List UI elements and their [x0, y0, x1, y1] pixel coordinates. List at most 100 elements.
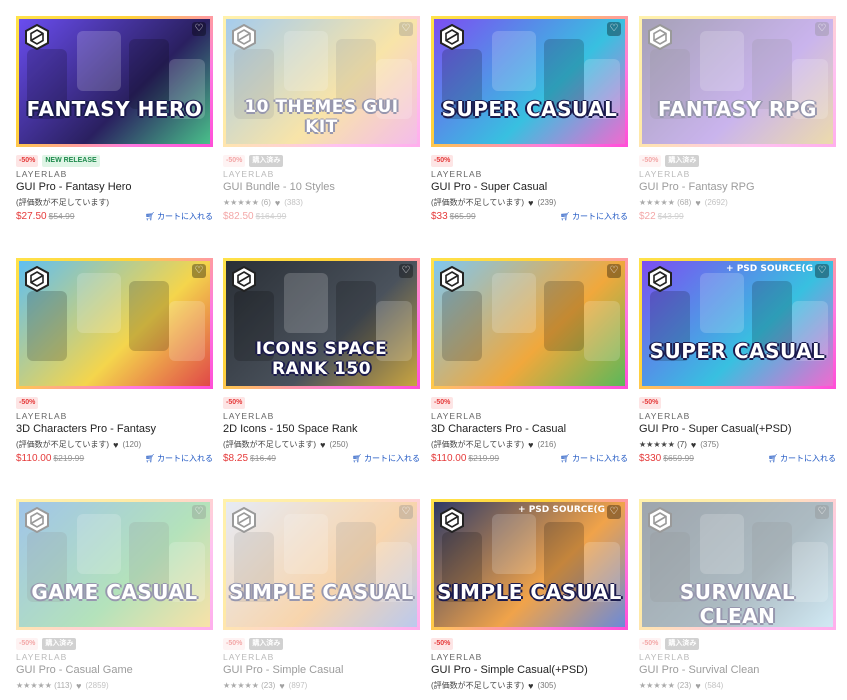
rating-stars: ★★★★★ (23)	[223, 681, 276, 690]
favorites-count: (383)	[284, 198, 303, 207]
add-to-cart-button[interactable]: 🛒︎ カートに入れる	[560, 453, 628, 464]
favorite-heart-icon[interactable]: ♡	[399, 264, 413, 278]
artwork-panel	[492, 273, 536, 333]
status-badge: NEW RELEASE	[42, 155, 100, 167]
favorite-heart-icon[interactable]: ♡	[192, 264, 206, 278]
rating-row: (評価数が不足しています)	[16, 196, 213, 209]
publisher-name[interactable]: LAYERLAB	[431, 169, 628, 180]
rating-row: (評価数が不足しています) ♥ (250)	[223, 438, 420, 451]
favorite-heart-icon[interactable]: ♡	[192, 22, 206, 36]
cart-icon: 🛒︎	[144, 211, 155, 221]
rating-stars: ★★★★★ (23)	[639, 681, 692, 690]
product-title[interactable]: GUI Pro - Survival Clean	[639, 664, 836, 679]
publisher-name[interactable]: LAYERLAB	[431, 411, 628, 422]
product-title[interactable]: GUI Bundle - 10 Styles	[223, 181, 420, 196]
layerlab-logo-icon	[231, 506, 257, 534]
add-to-cart-button[interactable]: 🛒︎ カートに入れる	[352, 453, 420, 464]
add-to-cart-label: カートに入れる	[572, 453, 628, 463]
favorites-count: (584)	[704, 681, 724, 690]
artwork-panel	[27, 291, 67, 361]
product-thumbnail[interactable]: FANTASY RPG ♡	[639, 16, 836, 147]
product-card[interactable]: GAME CASUAL ♡ -50% 購入済み LAYERLAB GUI Pro - Ca…	[16, 499, 213, 692]
product-thumbnail[interactable]: SUPER CASUAL ♡	[431, 16, 628, 147]
layerlab-logo-icon	[231, 265, 257, 293]
publisher-name[interactable]: LAYERLAB	[639, 411, 836, 422]
product-thumbnail[interactable]: 10 THEMES GUI KIT ♡	[223, 16, 420, 147]
sale-price: $33	[431, 210, 448, 222]
status-badge: -50%	[431, 155, 454, 167]
product-thumbnail[interactable]: ♡	[431, 258, 628, 389]
publisher-name[interactable]: LAYERLAB	[431, 652, 628, 663]
publisher-name[interactable]: LAYERLAB	[16, 411, 213, 422]
price-group: $110.00 $219.99	[431, 453, 499, 464]
product-thumbnail[interactable]: GAME CASUAL ♡	[16, 499, 213, 630]
add-to-cart-button[interactable]: 🛒︎ カートに入れる	[145, 453, 213, 464]
original-price: $43.99	[657, 210, 684, 221]
add-to-cart-label: カートに入れる	[157, 211, 213, 221]
product-card[interactable]: SIMPLE CASUAL + PSD SOURCE(G ♡ -50% LAYERLAB…	[431, 499, 628, 692]
product-card[interactable]: FANTASY RPG ♡ -50% 購入済み LAYERLAB GUI Pro - Fa…	[639, 16, 836, 223]
product-title[interactable]: 2D Icons - 150 Space Rank	[223, 423, 420, 438]
product-title[interactable]: 3D Characters Pro - Fantasy	[16, 423, 213, 438]
publisher-name[interactable]: LAYERLAB	[223, 169, 420, 180]
product-thumbnail[interactable]: SURVIVAL CLEAN ♡	[639, 499, 836, 630]
rating-row: ★★★★★ (6) ♥ (383)	[223, 196, 420, 209]
status-badge: 購入済み	[249, 638, 284, 650]
artwork-panel	[700, 514, 744, 574]
cart-icon: 🛒︎	[767, 453, 778, 463]
artwork-title: SURVIVAL CLEAN	[679, 580, 796, 628]
product-card[interactable]: SUPER CASUAL + PSD SOURCE(G ♡ -50% LAYERLAB G…	[639, 258, 836, 465]
product-thumbnail[interactable]: SIMPLE CASUAL ♡	[223, 499, 420, 630]
product-thumbnail[interactable]: ♡	[16, 258, 213, 389]
product-card[interactable]: SUPER CASUAL ♡ -50% LAYERLAB GUI Pro - Super…	[431, 16, 628, 223]
price-row: $33 $65.99 🛒︎ カートに入れる	[431, 209, 628, 223]
cart-icon: 🛒︎	[559, 211, 570, 221]
product-card[interactable]: ♡ -50% LAYERLAB 3D Characters Pro - Fantasy…	[16, 258, 213, 465]
add-to-cart-button[interactable]: 🛒︎ カートに入れる	[768, 453, 836, 464]
rating-stars: (評価数が不足しています)	[431, 681, 525, 690]
publisher-name[interactable]: LAYERLAB	[639, 169, 836, 180]
product-card[interactable]: 10 THEMES GUI KIT ♡ -50% 購入済み LAYERLAB GUI Bu…	[223, 16, 420, 223]
product-title[interactable]: GUI Pro - Fantasy RPG	[639, 181, 836, 196]
product-title[interactable]: GUI Pro - Simple Casual(+PSD)	[431, 664, 628, 679]
product-title[interactable]: GUI Pro - Casual Game	[16, 664, 213, 679]
artwork-title: 10 THEMES GUI KIT	[244, 97, 399, 137]
product-title[interactable]: GUI Pro - Simple Casual	[223, 664, 420, 679]
add-to-cart-button[interactable]: 🛒︎ カートに入れる	[560, 211, 628, 222]
product-thumbnail[interactable]: FANTASY HERO ♡	[16, 16, 213, 147]
favorite-heart-icon[interactable]: ♡	[192, 505, 206, 519]
favorite-heart-icon[interactable]: ♡	[607, 264, 621, 278]
favorites-heart-icon: ♥	[279, 680, 285, 691]
product-card[interactable]: SURVIVAL CLEAN ♡ -50% 購入済み LAYERLAB GUI Pro -…	[639, 499, 836, 692]
product-title[interactable]: 3D Characters Pro - Casual	[431, 423, 628, 438]
publisher-name[interactable]: LAYERLAB	[223, 411, 420, 422]
rating-row: ★★★★★ (113) ♥ (2859)	[16, 679, 213, 692]
product-card[interactable]: FANTASY HERO ♡ -50% NEW RELEASE LAYERLAB GUI …	[16, 16, 213, 223]
badge-row: -50%	[639, 397, 836, 409]
product-card[interactable]: SIMPLE CASUAL ♡ -50% 購入済み LAYERLAB GUI Pro - …	[223, 499, 420, 692]
add-to-cart-button[interactable]: 🛒︎ カートに入れる	[145, 211, 213, 222]
product-thumbnail[interactable]: ICONS SPACE RANK 150 ♡	[223, 258, 420, 389]
product-title[interactable]: GUI Pro - Fantasy Hero	[16, 181, 213, 196]
favorite-heart-icon[interactable]: ♡	[815, 264, 829, 278]
publisher-name[interactable]: LAYERLAB	[16, 652, 213, 663]
publisher-name[interactable]: LAYERLAB	[223, 652, 420, 663]
favorites-heart-icon: ♥	[695, 197, 701, 208]
product-card[interactable]: ICONS SPACE RANK 150 ♡ -50% LAYERLAB 2D Icon…	[223, 258, 420, 465]
publisher-name[interactable]: LAYERLAB	[16, 169, 213, 180]
favorite-heart-icon[interactable]: ♡	[607, 22, 621, 36]
product-thumbnail[interactable]: SIMPLE CASUAL + PSD SOURCE(G ♡	[431, 499, 628, 630]
rating-row: (評価数が不足しています) ♥ (216)	[431, 438, 628, 451]
sale-price: $27.50	[16, 210, 47, 222]
favorite-heart-icon[interactable]: ♡	[815, 22, 829, 36]
product-title[interactable]: GUI Pro - Super Casual	[431, 181, 628, 196]
favorites-heart-icon: ♥	[690, 439, 697, 450]
favorite-heart-icon[interactable]: ♡	[815, 505, 829, 519]
product-card[interactable]: ♡ -50% LAYERLAB 3D Characters Pro - Casual(…	[431, 258, 628, 465]
favorite-heart-icon[interactable]: ♡	[399, 22, 413, 36]
favorite-heart-icon[interactable]: ♡	[399, 505, 413, 519]
product-thumbnail[interactable]: SUPER CASUAL + PSD SOURCE(G ♡	[639, 258, 836, 389]
publisher-name[interactable]: LAYERLAB	[639, 652, 836, 663]
product-title[interactable]: GUI Pro - Super Casual(+PSD)	[639, 423, 836, 438]
favorite-heart-icon[interactable]: ♡	[607, 505, 621, 519]
